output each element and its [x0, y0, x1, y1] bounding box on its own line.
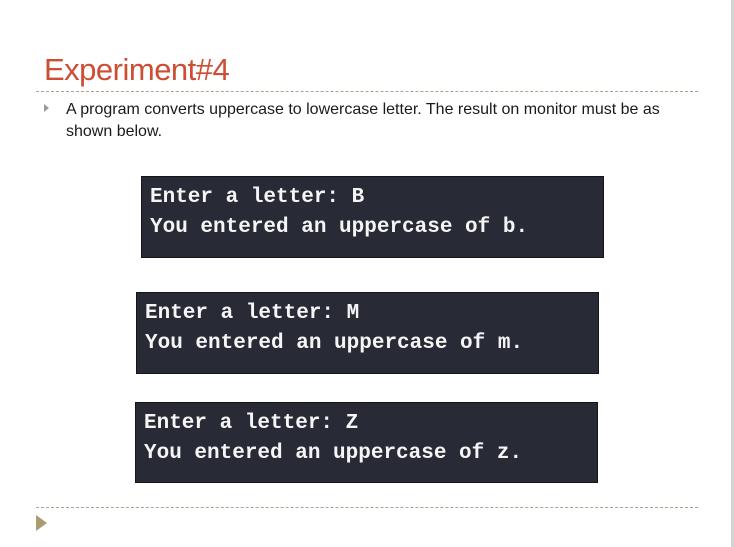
- terminal-result-line: You entered an uppercase of z.: [144, 442, 523, 465]
- terminal-output-1: Enter a letter: B You entered an upperca…: [141, 176, 604, 258]
- terminal-prompt-line: Enter a letter: Z: [144, 412, 359, 435]
- terminal-prompt-line: Enter a letter: B: [150, 186, 365, 209]
- title-divider: [36, 91, 698, 92]
- next-slide-icon[interactable]: [36, 515, 47, 531]
- bullet-arrow-icon: [44, 104, 49, 112]
- terminal-output-3: Enter a letter: Z You entered an upperca…: [135, 402, 598, 483]
- bullet-text: A program converts uppercase to lowercas…: [66, 101, 660, 140]
- slide-title: Experiment#4: [44, 52, 230, 87]
- terminal-result-line: You entered an uppercase of m.: [145, 332, 524, 355]
- footer-divider: [36, 507, 698, 508]
- terminal-output-2: Enter a letter: M You entered an upperca…: [136, 292, 599, 374]
- terminal-result-line: You entered an uppercase of b.: [150, 216, 529, 239]
- slide: Experiment#4 A program converts uppercas…: [0, 0, 734, 547]
- terminal-prompt-line: Enter a letter: M: [145, 302, 360, 325]
